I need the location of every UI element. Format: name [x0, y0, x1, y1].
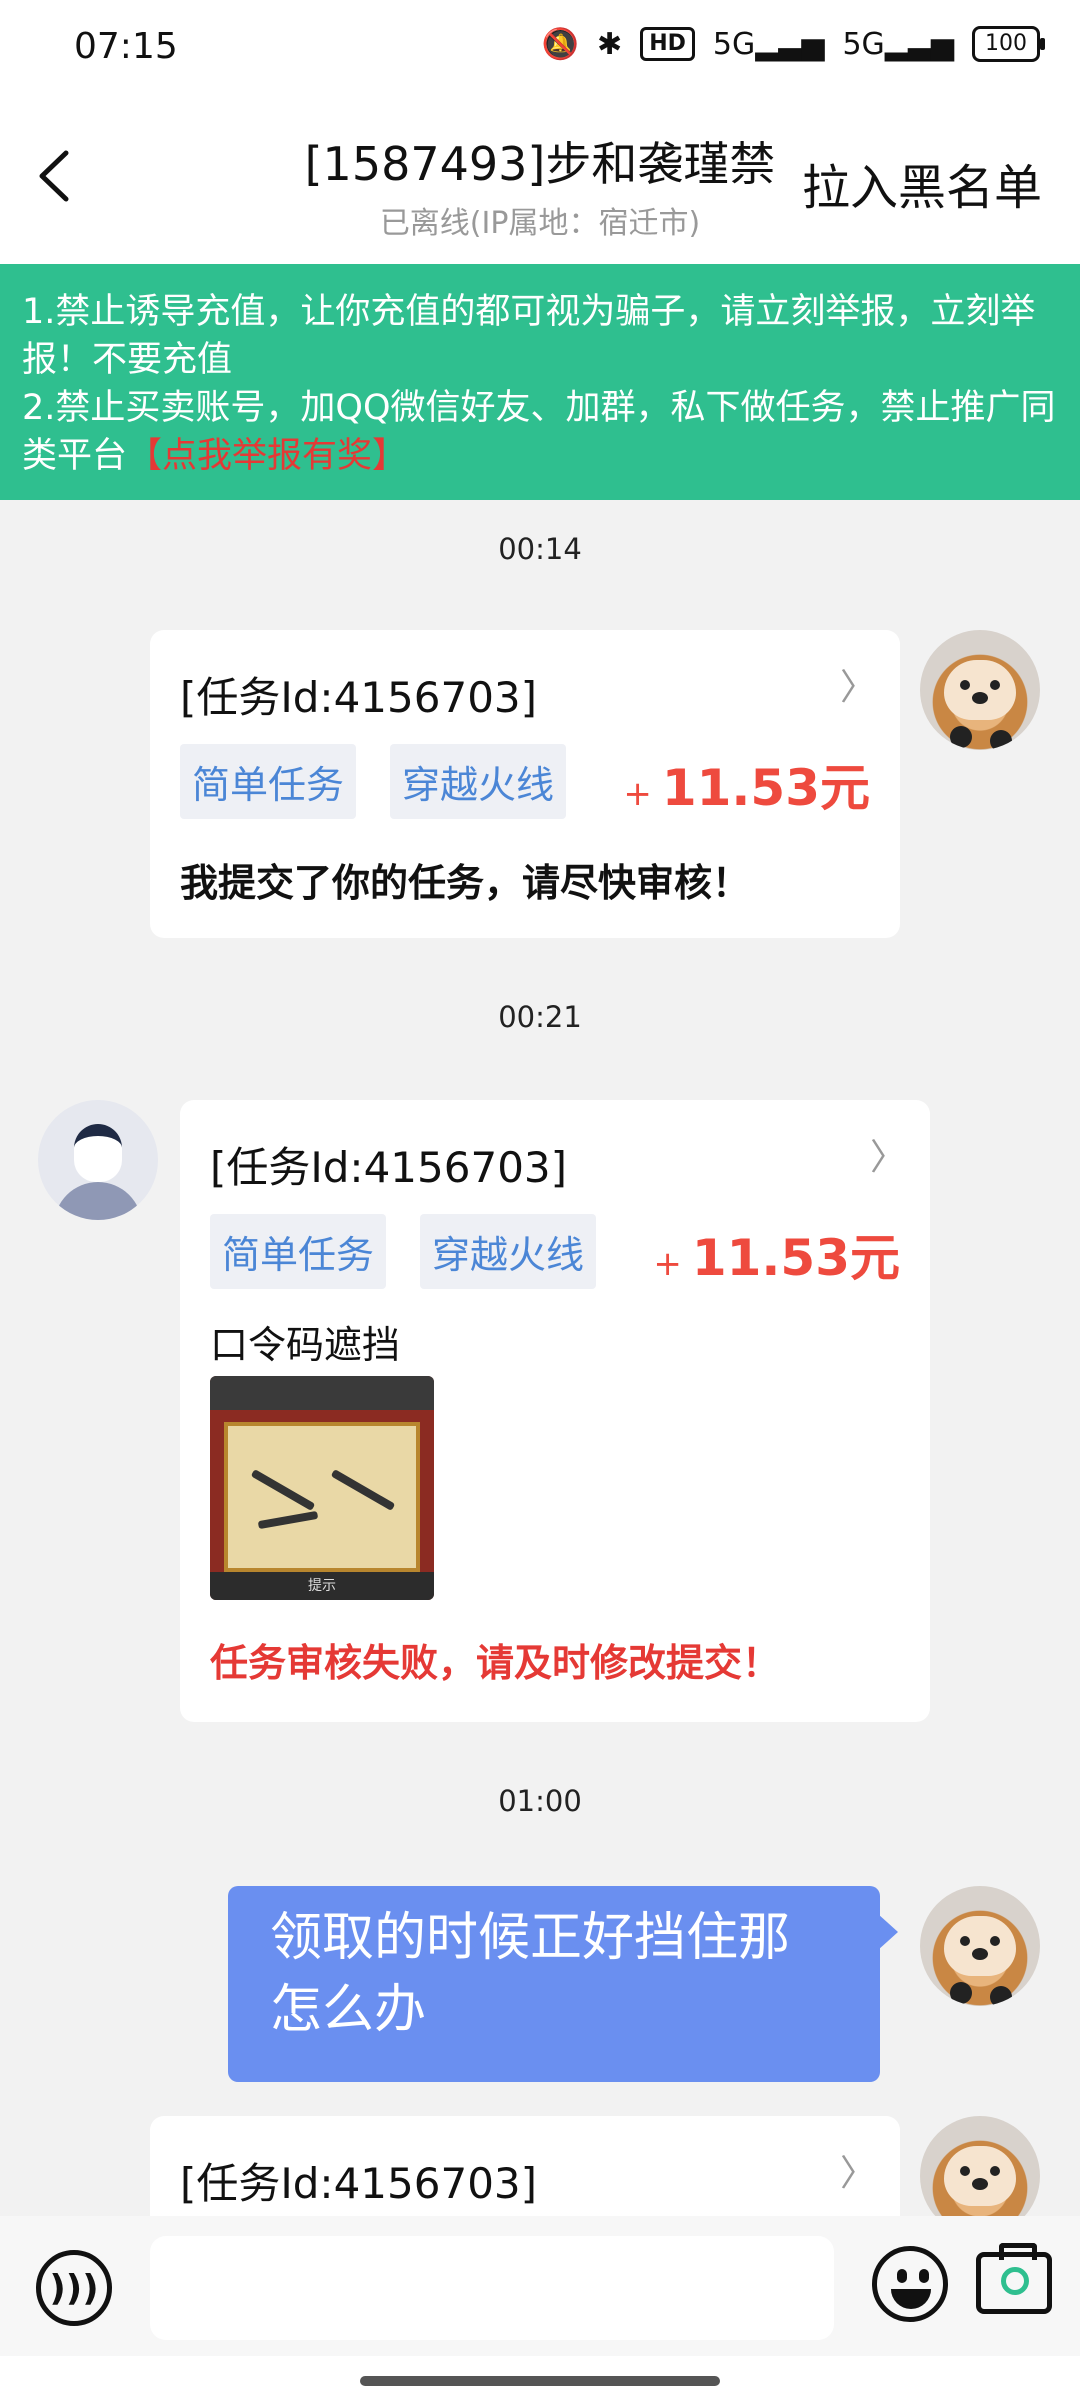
timestamp: 00:21	[498, 1000, 582, 1034]
tag-simple-task: 简单任务	[210, 1214, 387, 1289]
chat-header: [1587493]步和袭瑾禁 已离线(IP属地：宿迁市) 拉入黑名单	[0, 96, 1080, 264]
camera-icon	[1001, 2267, 1029, 2295]
signal-icon: 5G▂▃▅	[712, 26, 825, 62]
tag-game: 穿越火线	[420, 1214, 597, 1289]
status-time: 07:15	[74, 26, 178, 67]
chat-bubble-sent[interactable]: 领取的时候正好挡住那怎么办	[228, 1886, 898, 2082]
task-card-sent[interactable]: [任务Id:4156703] 〉 简单任务 穿越火线 +11.53元 我提交了你…	[150, 630, 900, 938]
task-reward: +11.53元	[623, 759, 870, 817]
blacklist-button[interactable]: 拉入黑名单	[802, 148, 1042, 218]
contact-avatar[interactable]	[38, 1100, 158, 1220]
timestamp: 00:14	[498, 532, 582, 566]
tag-simple-task: 简单任务	[180, 744, 357, 819]
notice-line-1: 1.禁止诱导充值，让你充值的都可视为骗子，请立刻举报，立刻举报！不要充值	[22, 292, 1036, 380]
hd-icon: HD	[640, 27, 695, 61]
signal-icon-2: 5G▂▃▅	[842, 26, 954, 62]
chevron-right-icon: 〉	[839, 2153, 876, 2194]
my-avatar[interactable]	[920, 630, 1040, 750]
my-avatar[interactable]	[920, 2116, 1040, 2216]
chevron-right-icon: 〉	[839, 667, 876, 708]
task-id: [任务Id:4156703]	[210, 1143, 568, 1192]
voice-icon: )))	[49, 2267, 99, 2309]
review-status: 任务审核失败，请及时修改提交！	[210, 1641, 781, 1685]
emoji-icon	[897, 2269, 907, 2283]
my-avatar[interactable]	[920, 1886, 1040, 2006]
notice-line-2: 2.禁止买卖账号，加QQ微信好友、加群，私下做任务，禁止推广同类平台【点我举报有…	[22, 388, 1056, 476]
notice-banner: 1.禁止诱导充值，让你充值的都可视为骗子，请立刻举报，立刻举报！不要充值 2.禁…	[0, 264, 1080, 500]
thumbnail-caption: 提示	[210, 1572, 434, 1600]
tag-game: 穿越火线	[390, 744, 567, 819]
task-id: [任务Id:4156703]	[180, 2159, 538, 2208]
voice-button[interactable]: )))	[36, 2250, 112, 2326]
message-text: 我提交了你的任务，请尽快审核！	[180, 861, 751, 905]
task-id: [任务Id:4156703]	[180, 673, 538, 722]
chat-area[interactable]: 00:14 [任务Id:4156703] 〉 简单任务 穿越火线 +11.53元…	[0, 500, 1080, 2216]
camera-button[interactable]	[976, 2243, 1052, 2314]
bell-off-icon: 🔕	[541, 26, 580, 62]
home-indicator[interactable]	[360, 2376, 720, 2386]
screenshot-thumbnail[interactable]: 提示	[210, 1376, 434, 1600]
input-bar: )))	[0, 2216, 1080, 2356]
timestamp: 01:00	[498, 1784, 582, 1818]
message-input[interactable]	[150, 2236, 834, 2340]
chevron-right-icon: 〉	[869, 1137, 906, 1178]
report-link[interactable]: 【点我举报有奖】	[127, 436, 407, 476]
battery-icon: 100	[972, 26, 1045, 62]
emoji-button[interactable]	[872, 2246, 948, 2322]
task-reward: +11.53元	[653, 1229, 900, 1287]
status-icons: 🔕 ✱ HD 5G▂▃▅ 5G▂▃▅ 100	[541, 26, 1045, 62]
bluetooth-icon: ✱	[597, 26, 623, 62]
status-bar: 07:15 🔕 ✱ HD 5G▂▃▅ 5G▂▃▅ 100	[0, 0, 1080, 96]
task-card-received[interactable]: [任务Id:4156703] 〉 简单任务 穿越火线 +11.53元 口令码遮挡…	[180, 1100, 930, 1722]
task-card-sent[interactable]: [任务Id:4156703] 〉	[150, 2116, 900, 2216]
message-note: 口令码遮挡	[210, 1323, 401, 1367]
